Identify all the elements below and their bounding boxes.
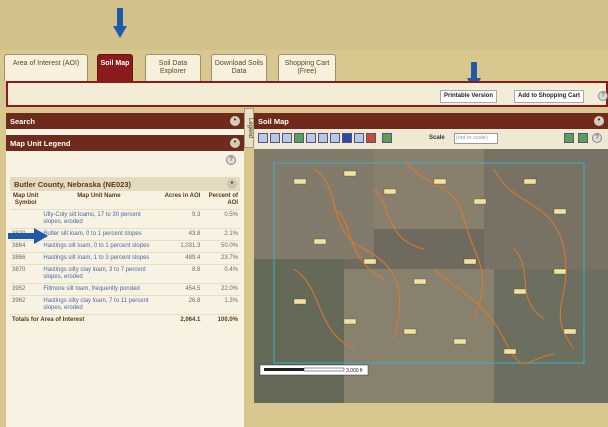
tab-shopping-cart[interactable]: Shopping Cart (Free) [278,54,336,81]
page-toolbar: Printable Version Add to Shopping Cart ? [6,81,608,107]
map-unit-legend-title: Map Unit Legend [10,139,71,148]
tab-soil-map[interactable]: Soil Map [97,54,133,81]
soil-map-header: Soil Map • [254,113,608,129]
expand-icon[interactable]: • [230,116,240,126]
arrow-right-icon [8,228,48,244]
info-icon[interactable] [342,133,352,143]
acres-value: 43.8 [156,228,203,241]
totals-row: Totals for Area of Interest 2,064.1 100.… [10,314,240,326]
map-unit-name-link[interactable]: Hastings silt loam, 0 to 1 percent slope… [41,240,157,253]
scale-bar-label: 3,000 ft [346,368,363,374]
soil-map-panel: Soil Map • Scale (not to scale) ? 3,000 … [254,113,608,403]
percent-value: 0.5% [202,209,240,229]
expand-icon[interactable]: • [594,116,604,126]
printable-version-button[interactable]: Printable Version [440,90,498,103]
percent-value: 0.4% [202,264,240,284]
totals-percent: 100.0% [202,314,240,326]
legend-toggle-tab[interactable]: Legend [244,108,254,148]
help-icon[interactable]: ? [592,133,602,143]
map-unit-legend-table: Map Unit Symbol Map Unit Name Acres in A… [10,191,240,326]
pan-icon[interactable] [282,133,292,143]
soil-map-title: Soil Map [258,117,289,126]
tab-area-of-interest[interactable]: Area of Interest (AOI) [4,54,88,81]
acres-value: 9.3 [156,209,203,229]
map-layers-icon[interactable] [564,133,574,143]
collapse-icon[interactable]: • [230,138,240,148]
header-banner [0,0,608,50]
acres-value: 1,031.3 [156,240,203,253]
column-header-symbol: Map Unit Symbol [13,193,39,206]
map-unit-legend-header[interactable]: Map Unit Legend • [6,135,244,151]
column-header-acres: Acres in AOI [164,193,201,199]
map-unit-name-link[interactable]: Hastings silty clay loam, 3 to 7 percent… [41,264,157,284]
acres-value: 26.8 [156,295,203,315]
scale-label: Scale [429,135,445,141]
acres-value: 8.8 [156,264,203,284]
county-name: Butler County, Nebraska (NE023) [14,180,131,189]
soil-map-aerial: 3,000 ft [254,149,608,403]
totals-label: Totals for Area of Interest [10,314,157,326]
full-extent-icon[interactable] [294,133,304,143]
measure-icon[interactable] [354,133,364,143]
table-row: 3866 Hastings silt loam, 1 to 3 percent … [10,252,240,265]
zoom-out-icon[interactable] [270,133,280,143]
map-print-icon[interactable] [578,133,588,143]
tab-soil-data-explorer[interactable]: Soil Data Explorer [145,54,201,81]
identify-icon[interactable] [330,133,340,143]
table-row: 3962 Hastings silty clay loam, 7 to 11 p… [10,295,240,315]
percent-value: 2.1% [202,228,240,241]
map-unit-symbol: 3952 [10,283,42,296]
search-panel-title: Search [10,117,36,126]
arrow-down-icon [113,8,127,40]
percent-value: 23.7% [202,252,240,265]
table-row: 3952 Fillmore silt loam, frequently pond… [10,283,240,296]
main-tabs: Area of Interest (AOI) Soil Map Soil Dat… [4,54,608,81]
percent-value: 22.0% [202,283,240,296]
table-row: 3870 Hastings silty clay loam, 3 to 7 pe… [10,264,240,284]
percent-value: 1.3% [202,295,240,315]
map-unit-symbol: 3870 [10,264,42,284]
map-toolbar: Scale (not to scale) ? [254,129,608,149]
column-header-name: Map Unit Name [77,193,121,199]
map-unit-name-link[interactable]: Ully-Coly silt loams, 17 to 30 percent s… [41,209,157,229]
soil-map-image[interactable]: 3,000 ft [254,149,608,403]
help-icon[interactable]: ? [226,155,236,165]
map-unit-name-link[interactable]: Fillmore silt loam, frequently ponded [41,283,157,296]
next-extent-icon[interactable] [318,133,328,143]
search-panel-header[interactable]: Search • [6,113,244,129]
collapse-icon[interactable]: • [227,179,237,189]
map-unit-symbol [10,209,42,229]
county-header[interactable]: Butler County, Nebraska (NE023) • [10,177,240,191]
map-unit-name-link[interactable]: Hastings silty clay loam, 7 to 11 percen… [41,295,157,315]
add-to-shopping-cart-button[interactable]: Add to Shopping Cart [514,90,584,103]
clear-icon[interactable] [366,133,376,143]
totals-acres: 2,064.1 [156,314,203,326]
column-header-percent: Percent of AOI [208,193,238,206]
refresh-icon[interactable] [382,133,392,143]
map-unit-symbol: 3962 [10,295,42,315]
zoom-in-icon[interactable] [258,133,268,143]
percent-value: 50.0% [202,240,240,253]
map-unit-name-link[interactable]: Hastings silt loam, 1 to 3 percent slope… [41,252,157,265]
map-unit-name-link[interactable]: Butler silt loam, 0 to 1 percent slopes [41,228,157,241]
acres-value: 489.4 [156,252,203,265]
map-unit-symbol: 3866 [10,252,42,265]
table-row: Ully-Coly silt loams, 17 to 30 percent s… [10,209,240,229]
acres-value: 454.5 [156,283,203,296]
left-panel: Search • Map Unit Legend • ? Butler Coun… [6,113,244,427]
help-icon[interactable]: ? [598,91,608,101]
scale-select[interactable]: (not to scale) [454,133,498,144]
previous-extent-icon[interactable] [306,133,316,143]
tab-download-soils-data[interactable]: Download Soils Data [211,54,267,81]
